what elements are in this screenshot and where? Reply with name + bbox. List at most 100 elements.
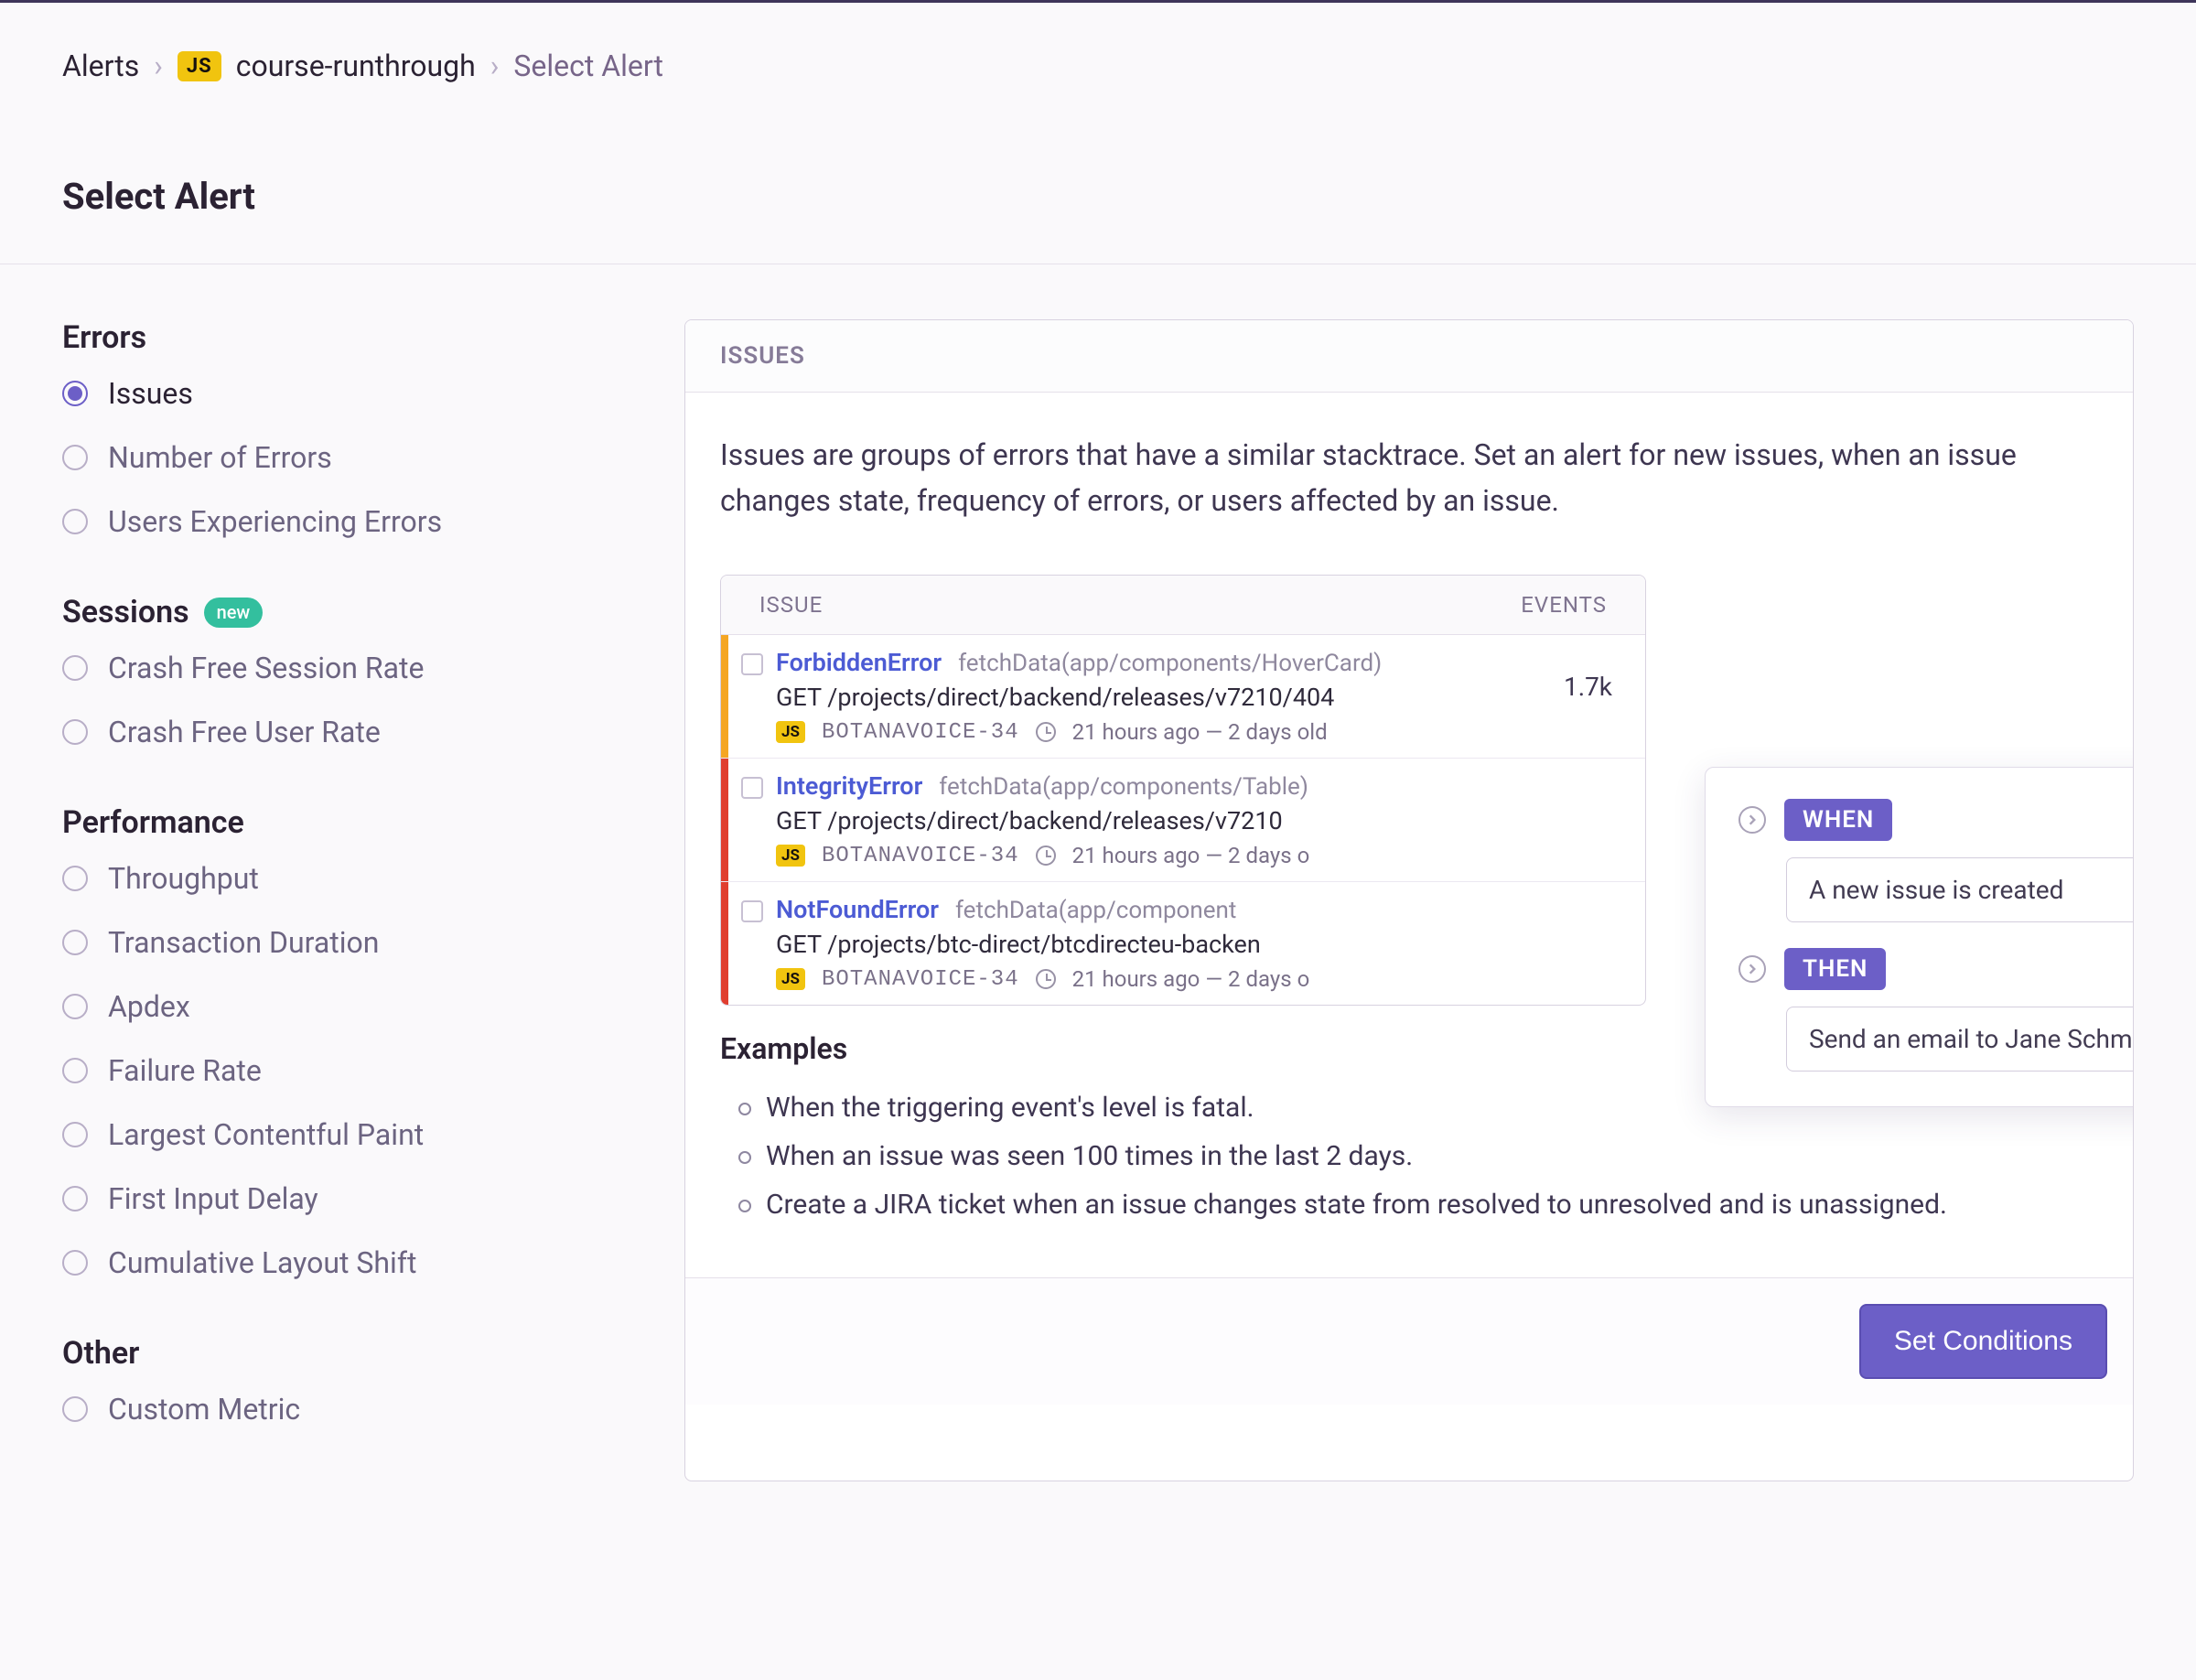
sidebar-heading-other: Other xyxy=(62,1335,684,1372)
radio-number-of-errors[interactable]: Number of Errors xyxy=(62,440,684,475)
alert-type-sidebar: Errors Issues Number of Errors Users Exp… xyxy=(62,319,684,1481)
issue-func: fetchData(app/component xyxy=(955,897,1236,924)
clock-icon xyxy=(1036,722,1056,742)
issue-age: 21 hours ago — 2 days old xyxy=(1072,719,1328,745)
table-row: IntegrityError fetchData(app/components/… xyxy=(721,759,1645,882)
project-js-badge: JS xyxy=(178,51,221,81)
radio-label: Failure Rate xyxy=(108,1053,262,1088)
radio-icon xyxy=(62,509,88,534)
chevron-right-icon: › xyxy=(490,48,500,83)
severity-bar-icon xyxy=(721,759,728,881)
issue-title-link[interactable]: IntegrityError xyxy=(776,771,922,801)
issue-path: GET /projects/direct/backend/releases/v7… xyxy=(776,683,1524,712)
when-condition-select[interactable]: A new issue is created xyxy=(1786,857,2134,922)
radio-icon xyxy=(62,1396,88,1422)
radio-crash-free-user-rate[interactable]: Crash Free User Rate xyxy=(62,715,684,749)
radio-icon xyxy=(62,719,88,745)
then-action-select[interactable]: Send an email to Jane Schmidt xyxy=(1786,1007,2134,1072)
issue-title-link[interactable]: NotFoundError xyxy=(776,895,939,924)
radio-throughput[interactable]: Throughput xyxy=(62,861,684,896)
radio-icon xyxy=(62,994,88,1019)
then-pill: THEN xyxy=(1784,948,1886,990)
radio-label: Largest Contentful Paint xyxy=(108,1117,424,1152)
list-item: When the triggering event's level is fat… xyxy=(738,1092,2098,1124)
radio-label: Crash Free Session Rate xyxy=(108,651,424,685)
radio-icon xyxy=(62,1250,88,1276)
when-pill: WHEN xyxy=(1784,799,1892,841)
issue-short-id: BOTANAVOICE-34 xyxy=(822,967,1019,992)
radio-icon xyxy=(62,1186,88,1212)
breadcrumb-alerts-link[interactable]: Alerts xyxy=(62,48,139,83)
rule-builder-card: WHEN A new issue is created THEN xyxy=(1705,767,2134,1107)
clock-icon xyxy=(1036,845,1056,866)
list-item: When an issue was seen 100 times in the … xyxy=(738,1140,2098,1172)
radio-apdex[interactable]: Apdex xyxy=(62,989,684,1024)
radio-transaction-duration[interactable]: Transaction Duration xyxy=(62,925,684,960)
breadcrumb-current: Select Alert xyxy=(513,48,663,83)
radio-label: Transaction Duration xyxy=(108,925,379,960)
chevron-right-icon: › xyxy=(154,48,163,83)
set-conditions-button[interactable]: Set Conditions xyxy=(1859,1304,2107,1379)
issue-path: GET /projects/direct/backend/releases/v7… xyxy=(776,806,1524,835)
alert-illustration: ISSUE EVENTS ForbiddenError fetchData(ap… xyxy=(720,575,2098,1006)
mini-js-badge: JS xyxy=(776,721,805,743)
radio-cumulative-layout-shift[interactable]: Cumulative Layout Shift xyxy=(62,1245,684,1280)
radio-largest-contentful-paint[interactable]: Largest Contentful Paint xyxy=(62,1117,684,1152)
radio-label: Throughput xyxy=(108,861,259,896)
radio-first-input-delay[interactable]: First Input Delay xyxy=(62,1181,684,1216)
radio-custom-metric[interactable]: Custom Metric xyxy=(62,1392,684,1427)
col-events-header: EVENTS xyxy=(1521,592,1607,618)
panel-description: Issues are groups of errors that have a … xyxy=(720,433,2098,523)
then-value: Send an email to Jane Schmidt xyxy=(1809,1024,2134,1054)
issue-checkbox[interactable] xyxy=(741,653,763,675)
radio-icon xyxy=(62,655,88,681)
radio-icon xyxy=(62,445,88,470)
step-chevron-icon xyxy=(1738,806,1766,834)
radio-label: Users Experiencing Errors xyxy=(108,504,442,539)
sidebar-heading-errors: Errors xyxy=(62,319,684,356)
radio-crash-free-session-rate[interactable]: Crash Free Session Rate xyxy=(62,651,684,685)
issue-func: fetchData(app/components/HoverCard) xyxy=(958,650,1382,677)
issue-age: 21 hours ago — 2 days o xyxy=(1072,843,1310,868)
severity-bar-icon xyxy=(721,882,728,1005)
issue-checkbox[interactable] xyxy=(741,900,763,922)
severity-bar-icon xyxy=(721,635,728,758)
examples-list: When the triggering event's level is fat… xyxy=(720,1092,2098,1221)
radio-icon xyxy=(62,1058,88,1083)
radio-label: Issues xyxy=(108,376,193,411)
radio-users-experiencing-errors[interactable]: Users Experiencing Errors xyxy=(62,504,684,539)
sidebar-heading-sessions: Sessions new xyxy=(62,594,684,630)
radio-label: First Input Delay xyxy=(108,1181,318,1216)
when-value: A new issue is created xyxy=(1809,875,2063,905)
issue-events-count: 1.7k xyxy=(1535,635,1645,702)
clock-icon xyxy=(1036,969,1056,989)
radio-icon xyxy=(62,866,88,891)
breadcrumb-project-link[interactable]: course-runthrough xyxy=(236,48,476,83)
table-row: ForbiddenError fetchData(app/components/… xyxy=(721,635,1645,759)
issue-short-id: BOTANAVOICE-34 xyxy=(822,844,1019,868)
issue-checkbox[interactable] xyxy=(741,777,763,799)
radio-issues[interactable]: Issues xyxy=(62,376,684,411)
panel-header: ISSUES xyxy=(685,320,2133,393)
issue-events-count xyxy=(1535,759,1645,795)
mini-js-badge: JS xyxy=(776,845,805,867)
issue-age: 21 hours ago — 2 days o xyxy=(1072,966,1310,992)
issue-table: ISSUE EVENTS ForbiddenError fetchData(ap… xyxy=(720,575,1646,1006)
issue-func: fetchData(app/components/Table) xyxy=(939,773,1308,801)
breadcrumb: Alerts › JS course-runthrough › Select A… xyxy=(62,48,2134,83)
issue-events-count xyxy=(1535,882,1645,919)
issue-path: GET /projects/btc-direct/btcdirecteu-bac… xyxy=(776,930,1524,959)
table-row: NotFoundError fetchData(app/component GE… xyxy=(721,882,1645,1005)
issue-short-id: BOTANAVOICE-34 xyxy=(822,720,1019,745)
radio-failure-rate[interactable]: Failure Rate xyxy=(62,1053,684,1088)
list-item: Create a JIRA ticket when an issue chang… xyxy=(738,1189,2098,1221)
new-badge: new xyxy=(204,598,264,628)
radio-label: Number of Errors xyxy=(108,440,332,475)
page-title: Select Alert xyxy=(62,175,2134,218)
mini-js-badge: JS xyxy=(776,968,805,990)
radio-label: Crash Free User Rate xyxy=(108,715,381,749)
radio-label: Apdex xyxy=(108,989,190,1024)
radio-label: Cumulative Layout Shift xyxy=(108,1245,416,1280)
issue-title-link[interactable]: ForbiddenError xyxy=(776,648,942,677)
radio-label: Custom Metric xyxy=(108,1392,300,1427)
